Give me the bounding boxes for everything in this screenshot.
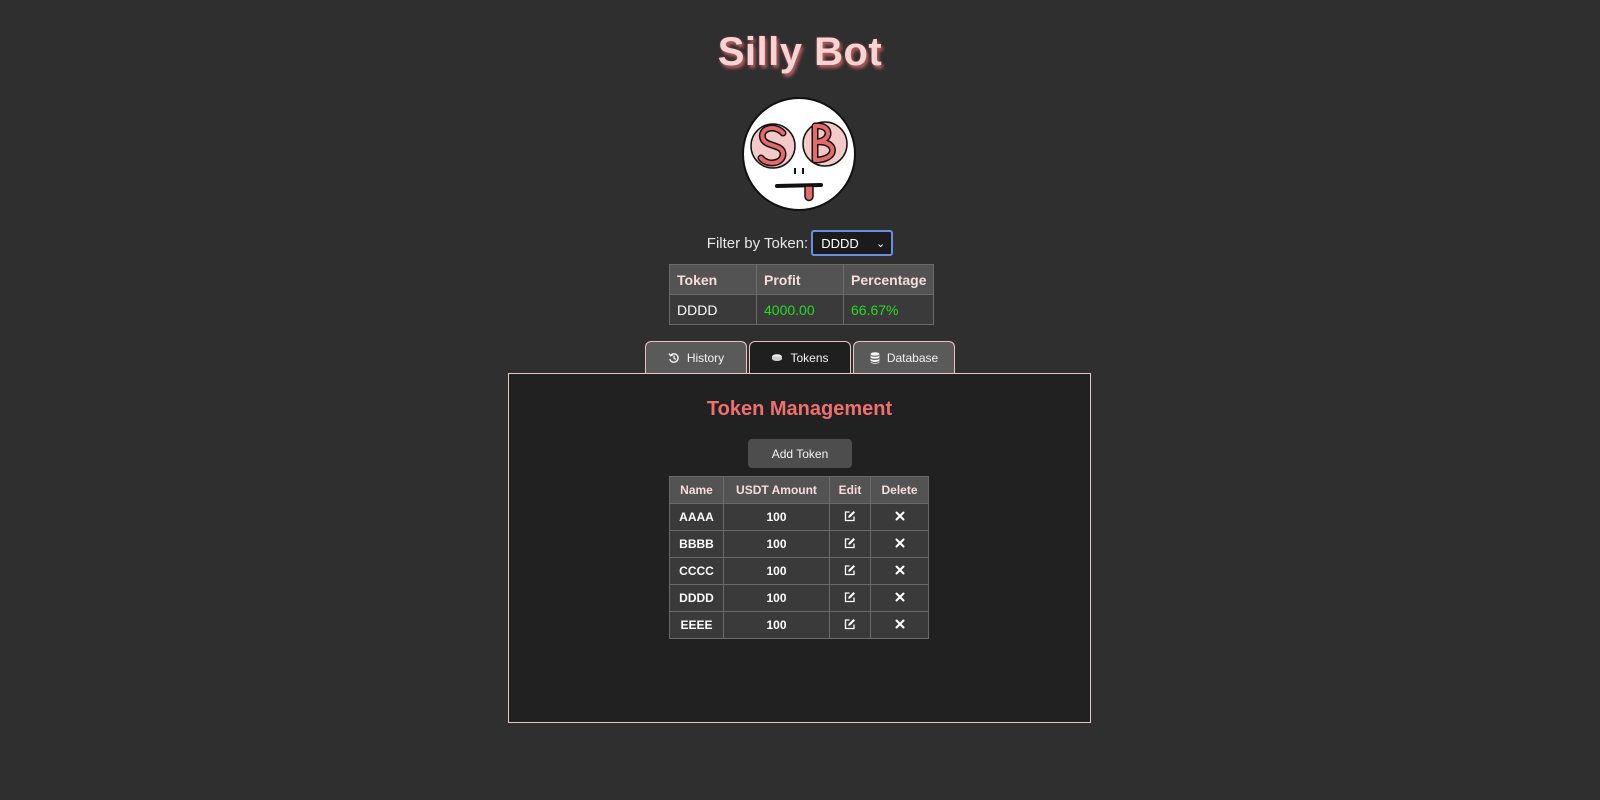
tab-tokens[interactable]: Tokens xyxy=(749,341,851,373)
header-edit: Edit xyxy=(829,476,871,504)
edit-icon[interactable] xyxy=(844,537,856,549)
token-usdt-amount: 100 xyxy=(723,584,830,612)
delete-cell xyxy=(870,584,929,612)
close-icon[interactable] xyxy=(895,538,905,548)
token-filter-select[interactable]: DDDD ⌄ xyxy=(811,230,894,256)
close-icon[interactable] xyxy=(895,619,905,629)
delete-cell xyxy=(870,530,929,558)
token-name: EEEE xyxy=(669,611,724,639)
edit-cell xyxy=(829,530,871,558)
edit-icon[interactable] xyxy=(844,564,856,576)
table-row: BBBB 100 xyxy=(669,530,929,558)
token-table: Name USDT Amount Edit Delete AAAA 100 BB… xyxy=(669,476,929,639)
token-name: AAAA xyxy=(669,503,724,531)
delete-cell xyxy=(870,557,929,585)
header-percentage: Percentage xyxy=(842,264,935,295)
token-table-body: AAAA 100 BBBB 100 CCCC 100 DDDD 100 EEEE… xyxy=(669,503,929,639)
header-token: Token xyxy=(669,264,757,295)
tab-tokens-label: Tokens xyxy=(790,350,829,365)
edit-cell xyxy=(829,557,871,585)
close-icon[interactable] xyxy=(895,565,905,575)
tab-history[interactable]: History xyxy=(645,341,747,373)
database-icon xyxy=(870,351,880,364)
panel-title: Token Management xyxy=(706,398,893,420)
tab-database-label: Database xyxy=(886,350,939,365)
profit-summary-table: Token Profit Percentage DDDD 4000.00 66.… xyxy=(669,264,935,325)
profit-row: DDDD 4000.00 66.67% xyxy=(669,294,935,325)
tab-history-label: History xyxy=(686,350,725,365)
token-table-header-row: Name USDT Amount Edit Delete xyxy=(669,476,929,504)
edit-icon[interactable] xyxy=(844,618,856,630)
token-usdt-amount: 100 xyxy=(723,530,830,558)
header-name: Name xyxy=(669,476,724,504)
header-usdt-amount: USDT Amount xyxy=(723,476,830,504)
profit-percentage: 66.67% xyxy=(842,294,935,325)
token-usdt-amount: 100 xyxy=(723,557,830,585)
header-profit: Profit xyxy=(756,264,844,295)
table-row: CCCC 100 xyxy=(669,557,929,585)
close-icon[interactable] xyxy=(895,511,905,521)
table-row: DDDD 100 xyxy=(669,584,929,612)
token-filter: Filter by Token: DDDD ⌄ xyxy=(0,230,1600,256)
coins-icon xyxy=(772,353,783,361)
token-name: CCCC xyxy=(669,557,724,585)
profit-header-row: Token Profit Percentage xyxy=(669,264,935,295)
history-icon xyxy=(668,352,679,363)
edit-cell xyxy=(829,611,871,639)
header-delete: Delete xyxy=(870,476,929,504)
table-row: AAAA 100 xyxy=(669,503,929,531)
token-management-panel: Token Management Add Token Name USDT Amo… xyxy=(508,373,1091,723)
profit-token: DDDD xyxy=(669,294,757,325)
token-usdt-amount: 100 xyxy=(723,503,830,531)
edit-cell xyxy=(829,503,871,531)
edit-icon[interactable] xyxy=(844,510,856,522)
filter-label: Filter by Token: xyxy=(706,234,809,252)
add-token-button[interactable]: Add Token xyxy=(748,439,852,468)
close-icon[interactable] xyxy=(895,592,905,602)
token-usdt-amount: 100 xyxy=(723,611,830,639)
tab-bar: History Tokens Database xyxy=(0,341,1600,373)
token-filter-value: DDDD xyxy=(821,235,859,251)
profit-value: 4000.00 xyxy=(756,294,844,325)
delete-cell xyxy=(870,503,929,531)
delete-cell xyxy=(870,611,929,639)
edit-cell xyxy=(829,584,871,612)
token-name: DDDD xyxy=(669,584,724,612)
page: Silly Bot Filter by Token: DDDD ⌄ Token … xyxy=(0,0,1600,800)
edit-icon[interactable] xyxy=(844,591,856,603)
token-name: BBBB xyxy=(669,530,724,558)
app-title: Silly Bot xyxy=(717,30,883,74)
chevron-down-icon: ⌄ xyxy=(876,237,886,250)
silly-bot-logo xyxy=(742,97,856,211)
tab-database[interactable]: Database xyxy=(853,341,955,373)
table-row: EEEE 100 xyxy=(669,611,929,639)
